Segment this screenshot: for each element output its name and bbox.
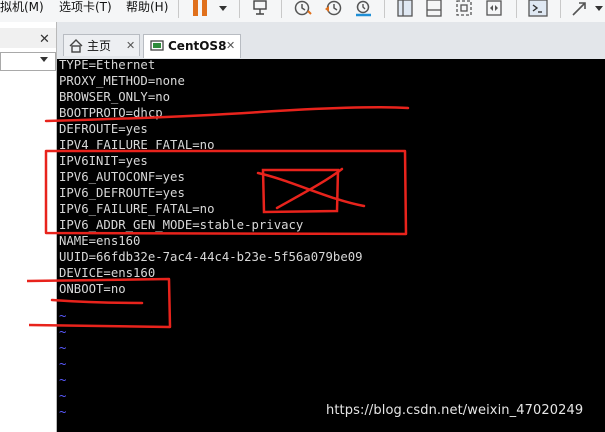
fit-guest-icon[interactable] bbox=[455, 0, 475, 18]
config-line-name: NAME=ens160 bbox=[59, 234, 141, 248]
toolbar-separator bbox=[516, 0, 517, 18]
snapshot-icon[interactable] bbox=[293, 0, 315, 18]
snapshot-manager-icon[interactable] bbox=[353, 0, 375, 18]
menu-help[interactable]: 帮助(H) bbox=[126, 0, 168, 14]
config-line-ipv4-failure-fatal: IPV4_FAILURE_FATAL=no bbox=[59, 138, 215, 152]
empty-line-tilde: ~ bbox=[59, 357, 67, 371]
tab-centos8[interactable]: CentOS8 ✕ bbox=[143, 34, 241, 58]
config-line-browser-only: BROWSER_ONLY=no bbox=[59, 90, 171, 104]
tab-home-label: 主页 bbox=[87, 39, 112, 53]
menu-vm[interactable]: 拟机(M) bbox=[0, 0, 44, 14]
empty-line-tilde: ~ bbox=[59, 405, 67, 419]
empty-line-tilde: ~ bbox=[59, 309, 67, 323]
config-line-type: TYPE=Ethernet bbox=[59, 59, 156, 72]
fullscreen-icon[interactable] bbox=[485, 0, 505, 18]
pause-icon[interactable] bbox=[192, 0, 208, 18]
empty-line-tilde: ~ bbox=[59, 325, 67, 339]
close-icon[interactable]: ✕ bbox=[126, 39, 135, 53]
empty-line-tilde: ~ bbox=[59, 389, 67, 403]
tab-strip: 主页 ✕ CentOS8 ✕ bbox=[57, 22, 605, 59]
tab-centos8-label: CentOS8 bbox=[168, 39, 227, 53]
config-line-onboot: ONBOOT=no bbox=[59, 282, 126, 296]
toolbar-separator bbox=[560, 0, 561, 18]
toolbar-separator bbox=[178, 0, 179, 18]
empty-line-tilde: ~ bbox=[59, 373, 67, 387]
config-line-proxy-method: PROXY_METHOD=none bbox=[59, 74, 185, 88]
library-panel: ✕ bbox=[0, 22, 57, 432]
config-line-ipv6-defroute: IPV6_DEFROUTE=yes bbox=[59, 186, 185, 200]
dropdown-arrow-icon[interactable] bbox=[217, 0, 229, 14]
stretch-icon[interactable] bbox=[570, 0, 590, 18]
config-line-ipv6-addr-gen-mode: IPV6_ADDR_GEN_MODE=stable-privacy bbox=[59, 218, 304, 232]
send-keys-icon[interactable] bbox=[251, 0, 271, 18]
chevron-down-icon[interactable] bbox=[40, 57, 48, 62]
revert-snapshot-icon[interactable] bbox=[323, 0, 345, 18]
vm-console-screen[interactable]: TYPE=Ethernet PROXY_METHOD=none BROWSER_… bbox=[57, 59, 605, 432]
watermark-url: https://blog.csdn.net/weixin_47020249 bbox=[326, 403, 584, 418]
empty-line-tilde: ~ bbox=[59, 341, 67, 355]
tab-home[interactable]: 主页 ✕ bbox=[63, 34, 140, 56]
library-view-icon[interactable] bbox=[396, 0, 416, 18]
menu-tabs[interactable]: 选项卡(T) bbox=[59, 0, 112, 14]
toolbar-separator bbox=[281, 0, 282, 18]
config-line-bootproto: BOOTPROTO=dhcp bbox=[59, 106, 163, 120]
home-icon bbox=[69, 39, 83, 53]
config-line-ipv6init: IPV6INIT=yes bbox=[59, 154, 148, 168]
config-line-ipv6-autoconf: IPV6_AUTOCONF=yes bbox=[59, 170, 185, 184]
close-icon[interactable]: ✕ bbox=[39, 33, 50, 47]
config-line-uuid: UUID=66fdb32e-7ac4-44c4-b23e-5f56a079be0… bbox=[59, 250, 363, 264]
library-header: ✕ bbox=[0, 28, 56, 48]
thumbnail-view-icon[interactable] bbox=[425, 0, 445, 18]
config-line-defroute: DEFROUTE=yes bbox=[59, 122, 148, 136]
menu-bar: 拟机(M) 选项卡(T) 帮助(H) bbox=[0, 0, 605, 23]
console-icon[interactable] bbox=[528, 0, 550, 18]
close-icon[interactable]: ✕ bbox=[226, 39, 235, 53]
vm-icon bbox=[150, 40, 164, 51]
stretch-dropdown-icon[interactable] bbox=[593, 0, 605, 14]
config-line-device: DEVICE=ens160 bbox=[59, 266, 156, 280]
toolbar-separator bbox=[239, 0, 240, 18]
toolbar-separator bbox=[384, 0, 385, 18]
config-line-ipv6-failure-fatal: IPV6_FAILURE_FATAL=no bbox=[59, 202, 215, 216]
